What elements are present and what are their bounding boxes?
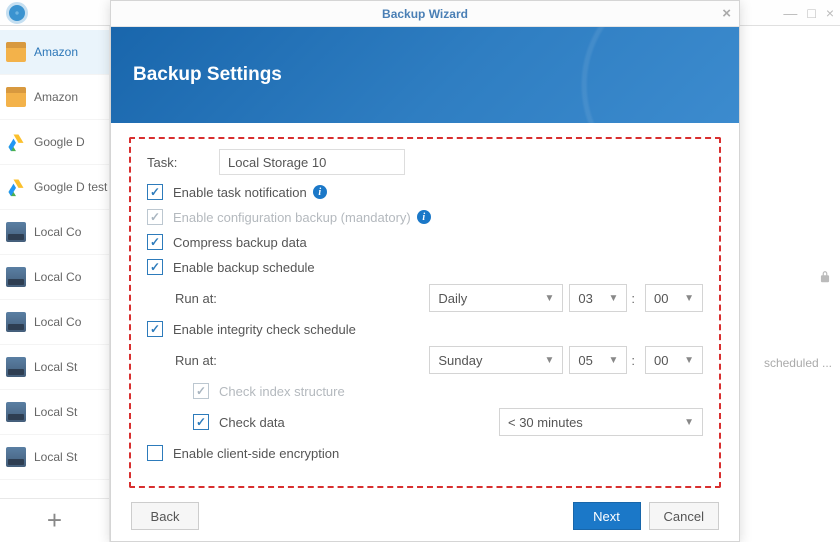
banner-title: Backup Settings <box>133 64 282 86</box>
integrity-minute-select[interactable]: 00▼ <box>645 346 703 374</box>
amazon-icon <box>6 87 26 107</box>
runat-label: Run at: <box>175 291 285 306</box>
sidebar-item-label: Local Co <box>34 225 81 239</box>
back-button[interactable]: Back <box>131 502 199 530</box>
window-minimize[interactable]: — <box>783 5 797 21</box>
scheduled-text: scheduled ... <box>764 356 832 370</box>
local-storage-icon <box>6 222 26 242</box>
sidebar-item-label: Amazon <box>34 90 78 104</box>
chevron-down-icon: ▼ <box>544 293 554 304</box>
check-duration-select[interactable]: < 30 minutes▼ <box>499 408 703 436</box>
info-icon[interactable]: i <box>313 185 327 199</box>
bg-lock-row <box>818 270 832 284</box>
check-index-checkbox <box>193 383 209 399</box>
notify-label: Enable task notification <box>173 185 307 200</box>
notify-checkbox[interactable] <box>147 184 163 200</box>
time-separator: : <box>631 291 635 306</box>
integrity-label: Enable integrity check schedule <box>173 322 356 337</box>
window-maximize[interactable]: □ <box>807 5 815 21</box>
modal-footer: Back Next Cancel <box>111 496 739 542</box>
chevron-down-icon: ▼ <box>608 355 618 366</box>
time-separator: : <box>631 353 635 368</box>
encryption-label: Enable client-side encryption <box>173 446 339 461</box>
local-storage-icon <box>6 447 26 467</box>
config-backup-label: Enable configuration backup (mandatory) <box>173 210 411 225</box>
sidebar-item-local[interactable]: Local St <box>0 390 109 435</box>
modal-title: Backup Wizard <box>382 7 468 21</box>
sidebar-item-label: Local Co <box>34 270 81 284</box>
check-data-label: Check data <box>219 415 285 430</box>
backup-frequency-select[interactable]: Daily▼ <box>429 284 563 312</box>
runat-label: Run at: <box>175 353 285 368</box>
task-label: Task: <box>147 155 219 170</box>
modal-banner: Backup Settings <box>111 27 739 123</box>
local-storage-icon <box>6 312 26 332</box>
local-storage-icon <box>6 267 26 287</box>
lock-icon <box>818 270 832 284</box>
amazon-icon <box>6 42 26 62</box>
sidebar-item-label: Google D test <box>34 180 107 194</box>
compress-checkbox[interactable] <box>147 234 163 250</box>
google-drive-icon <box>6 132 26 152</box>
chevron-down-icon: ▼ <box>684 355 694 366</box>
config-backup-checkbox <box>147 209 163 225</box>
add-task-button[interactable]: + <box>0 498 109 542</box>
sidebar-item-amazon[interactable]: Amazon <box>0 30 109 75</box>
integrity-checkbox[interactable] <box>147 321 163 337</box>
backup-hour-select[interactable]: 03▼ <box>569 284 627 312</box>
backup-schedule-label: Enable backup schedule <box>173 260 315 275</box>
sidebar-item-label: Local St <box>34 450 77 464</box>
local-storage-icon <box>6 402 26 422</box>
check-data-checkbox[interactable] <box>193 414 209 430</box>
integrity-frequency-select[interactable]: Sunday▼ <box>429 346 563 374</box>
sidebar-item-local[interactable]: Local St <box>0 345 109 390</box>
chevron-down-icon: ▼ <box>544 355 554 366</box>
sidebar: Amazon Amazon Google D Google D test Loc… <box>0 26 110 542</box>
modal-titlebar: Backup Wizard × <box>111 1 739 27</box>
sidebar-item-label: Local St <box>34 360 77 374</box>
sidebar-item-local[interactable]: Local Co <box>0 255 109 300</box>
integrity-hour-select[interactable]: 05▼ <box>569 346 627 374</box>
compress-label: Compress backup data <box>173 235 307 250</box>
backup-wizard-modal: Backup Wizard × Backup Settings Task: En… <box>110 0 740 542</box>
chevron-down-icon: ▼ <box>684 417 694 428</box>
task-name-input[interactable] <box>219 149 405 175</box>
local-storage-icon <box>6 357 26 377</box>
sidebar-item-local[interactable]: Local Co <box>0 300 109 345</box>
sidebar-item-local[interactable]: Local Co <box>0 210 109 255</box>
google-drive-icon <box>6 177 26 197</box>
window-close[interactable]: × <box>826 5 834 21</box>
sidebar-item-label: Local St <box>34 405 77 419</box>
bg-scheduled-text: scheduled ... <box>764 356 832 370</box>
sidebar-item-label: Local Co <box>34 315 81 329</box>
encryption-checkbox[interactable] <box>147 445 163 461</box>
chevron-down-icon: ▼ <box>608 293 618 304</box>
app-logo-icon <box>6 2 28 24</box>
backup-minute-select[interactable]: 00▼ <box>645 284 703 312</box>
sidebar-item-local[interactable]: Local St <box>0 435 109 480</box>
check-index-label: Check index structure <box>219 384 345 399</box>
next-button[interactable]: Next <box>573 502 641 530</box>
cancel-button[interactable]: Cancel <box>649 502 719 530</box>
sidebar-item-google-drive[interactable]: Google D <box>0 120 109 165</box>
modal-close-button[interactable]: × <box>722 5 731 22</box>
info-icon[interactable]: i <box>417 210 431 224</box>
sidebar-item-amazon[interactable]: Amazon <box>0 75 109 120</box>
chevron-down-icon: ▼ <box>684 293 694 304</box>
sidebar-item-google-drive-test[interactable]: Google D test <box>0 165 109 210</box>
window-controls: — □ × <box>783 5 834 21</box>
backup-schedule-checkbox[interactable] <box>147 259 163 275</box>
plus-icon: + <box>47 505 62 536</box>
sidebar-item-label: Amazon <box>34 45 78 59</box>
sidebar-item-label: Google D <box>34 135 85 149</box>
settings-highlight-box: Task: Enable task notification i Enable … <box>129 137 721 488</box>
